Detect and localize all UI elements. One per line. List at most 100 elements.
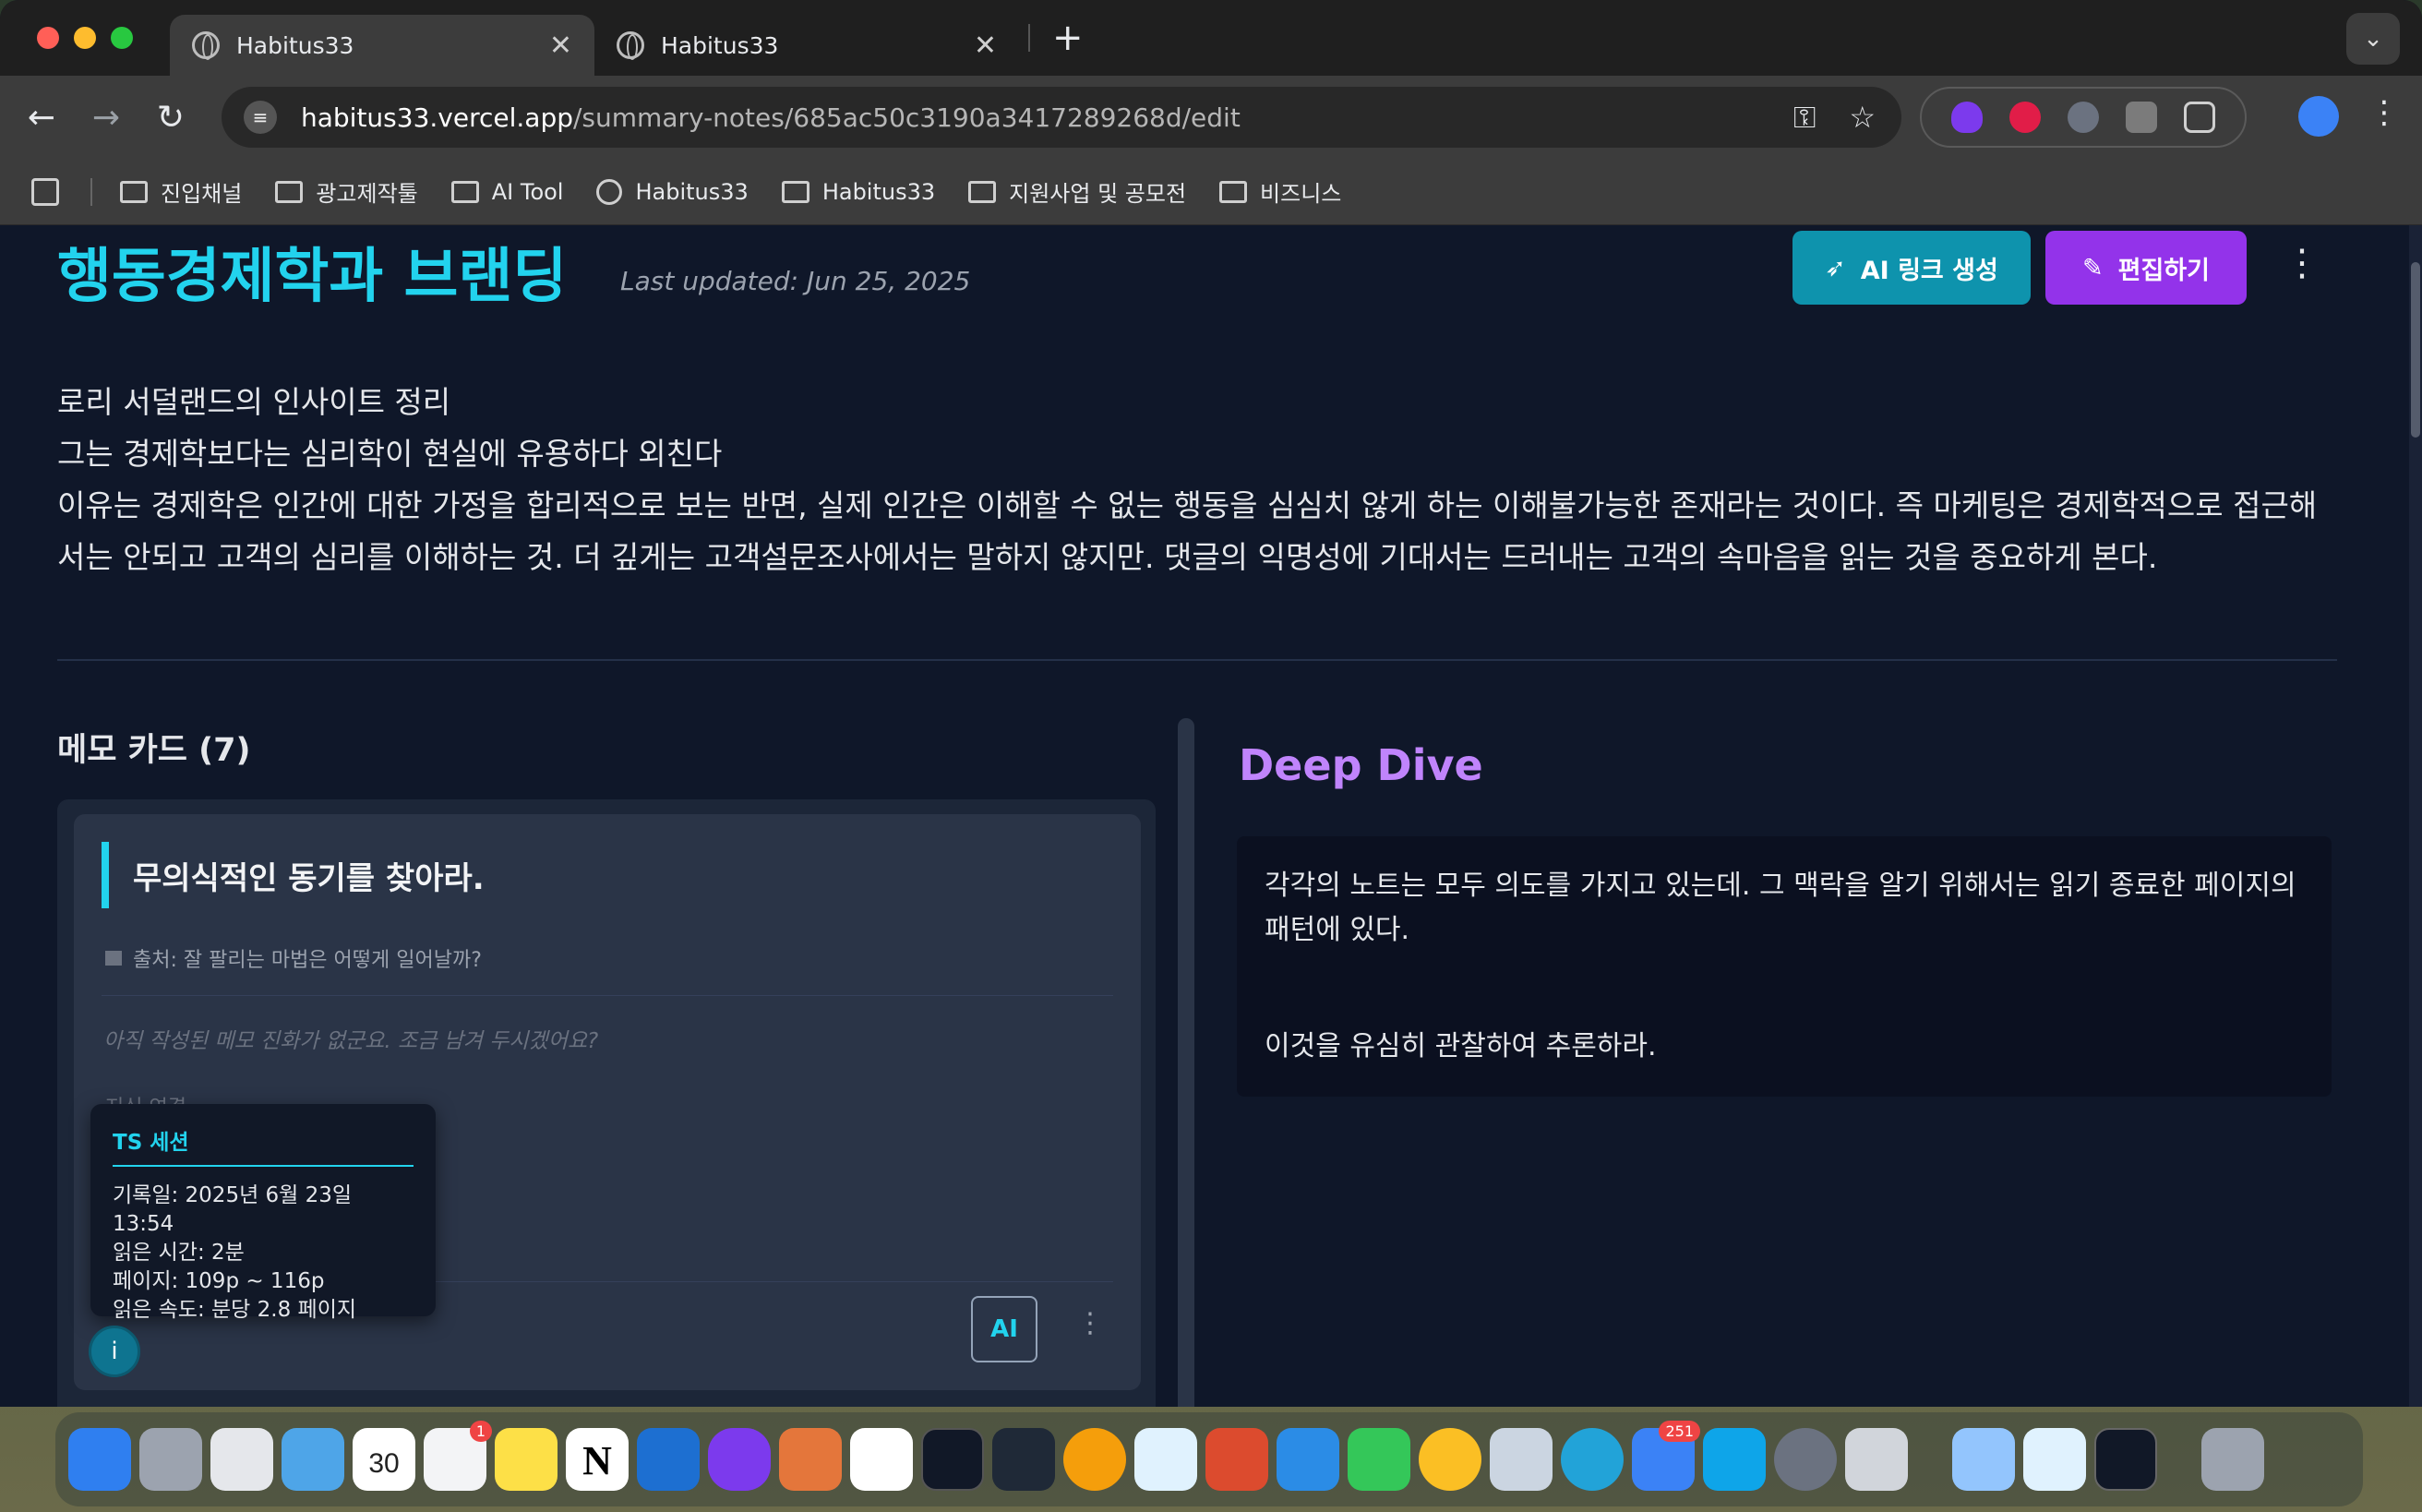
ai-button[interactable]: AI: [971, 1296, 1037, 1362]
bookmark-label: Habitus33: [635, 178, 749, 205]
minimize-window-button[interactable]: [74, 27, 96, 49]
profile-avatar[interactable]: [2298, 96, 2339, 137]
calendar-day: 30: [368, 1448, 400, 1479]
keychain-icon[interactable]: [2023, 1428, 2086, 1491]
scrollbar-thumb[interactable]: [2411, 262, 2420, 438]
puzzle-extensions-icon[interactable]: [2183, 102, 2215, 133]
info-icon[interactable]: i: [89, 1326, 140, 1377]
tooltip-line: 페이지: 109p ~ 116p: [113, 1269, 325, 1293]
browser-menu-icon[interactable]: ⋮: [2368, 94, 2400, 131]
trash-icon[interactable]: [2201, 1428, 2264, 1491]
launchpad-icon[interactable]: [139, 1428, 202, 1491]
keynote-icon[interactable]: [1277, 1428, 1339, 1491]
address-bar[interactable]: ≡ habitus33.vercel.app/summary-notes/685…: [222, 87, 1901, 148]
music-extension-icon[interactable]: [2067, 102, 2099, 133]
tab-search-chevron-icon[interactable]: ⌄: [2346, 13, 2400, 65]
memo-empty-text: 아직 작성된 메모 진화가 없군요. 조금 남겨 두시겠어요?: [103, 1029, 599, 1053]
close-window-button[interactable]: [37, 27, 59, 49]
bookmarks-bar: 진입채널 광고제작툴 AI Tool Habitus33 Habitus33 지…: [0, 159, 2422, 225]
summary-line: 그는 경제학보다는 심리학이 현실에 유용하다 외친다: [57, 436, 723, 472]
system-settings-icon[interactable]: [1774, 1428, 1837, 1491]
folder-icon: [781, 180, 809, 203]
freeform-icon[interactable]: [1134, 1428, 1197, 1491]
globe-icon: [192, 31, 220, 60]
chip-extension-icon[interactable]: [2125, 102, 2157, 133]
password-key-icon[interactable]: ⚿: [1793, 100, 1816, 136]
deep-dive-content: 각각의 노트는 모두 의도를 가지고 있는데. 그 맥락을 알기 위해서는 읽기…: [1237, 836, 2332, 1097]
tab-habitus33-active[interactable]: Habitus33 ✕: [170, 15, 594, 76]
back-arrow-icon[interactable]: ←: [9, 99, 74, 137]
extensions-group: [1920, 87, 2247, 148]
chatgpt-icon[interactable]: [850, 1428, 913, 1491]
reminders-badge: 1: [469, 1421, 492, 1442]
messages-icon[interactable]: [1348, 1428, 1410, 1491]
section-divider: [57, 659, 2337, 661]
bookmark-folder[interactable]: 비즈니스: [1219, 175, 1341, 208]
deep-dive-paragraph: 각각의 노트는 모두 의도를 가지고 있는데. 그 맥락을 알기 위해서는 읽기…: [1265, 870, 2296, 946]
bookmark-folder[interactable]: 진입채널: [120, 175, 242, 208]
edit-button-label: 편집하기: [2117, 256, 2210, 285]
activity-monitor-icon[interactable]: [921, 1428, 984, 1491]
tab-habitus33[interactable]: Habitus33 ✕: [594, 15, 1019, 76]
ai-link-generate-button[interactable]: ➶ AI 링크 생성: [1793, 231, 2031, 305]
terminal-icon[interactable]: [2094, 1428, 2157, 1491]
notion-icon[interactable]: N: [566, 1428, 629, 1491]
maximize-window-button[interactable]: [111, 27, 133, 49]
apps-grid-icon[interactable]: [31, 177, 59, 206]
notion-n: N: [582, 1438, 612, 1483]
tab-close-icon[interactable]: ✕: [549, 30, 572, 62]
folder-icon: [968, 180, 997, 203]
bookmark-folder[interactable]: Habitus33: [781, 178, 936, 205]
finder-icon[interactable]: [68, 1428, 131, 1491]
mail-icon[interactable]: 251: [1632, 1421, 1700, 1491]
bookmark-label: 지원사업 및 공모전: [1009, 181, 1187, 207]
memo-cards-heading: 메모 카드 (7): [57, 732, 251, 769]
trello-icon[interactable]: [637, 1428, 700, 1491]
reminders-icon[interactable]: 1: [424, 1421, 492, 1491]
globe-icon: [617, 31, 644, 60]
powerpoint-icon[interactable]: [1205, 1428, 1268, 1491]
more-options-icon[interactable]: ⋮: [2284, 242, 2320, 284]
notes-icon[interactable]: [495, 1428, 558, 1491]
reload-icon[interactable]: ↻: [138, 99, 203, 137]
photos-icon[interactable]: [1419, 1428, 1481, 1491]
iphone-mirroring-icon[interactable]: [1845, 1428, 1908, 1491]
ai-link-button-label: AI 링크 생성: [1860, 256, 1998, 285]
claude-icon[interactable]: [779, 1428, 842, 1491]
obsidian-extension-icon[interactable]: [1951, 102, 1984, 133]
cube-app-icon[interactable]: [992, 1428, 1055, 1491]
bookmark-label: Habitus33: [821, 178, 936, 205]
rocket-icon: ➶: [1825, 253, 1846, 282]
mission-control-icon[interactable]: [210, 1428, 273, 1491]
forward-arrow-icon[interactable]: →: [74, 99, 138, 137]
chrome-icon[interactable]: [1063, 1428, 1126, 1491]
card-more-icon[interactable]: ⋮: [1076, 1307, 1104, 1339]
tab-close-icon[interactable]: ✕: [974, 30, 997, 62]
site-settings-icon[interactable]: ≡: [244, 101, 277, 134]
preview-icon[interactable]: [1490, 1428, 1553, 1491]
tooltip-line: 읽은 시간: 2분: [113, 1241, 245, 1265]
bookmark-folder[interactable]: 지원사업 및 공모전: [968, 175, 1186, 208]
obsidian-icon[interactable]: [708, 1428, 771, 1491]
page-scrollbar[interactable]: [2409, 225, 2422, 1407]
bookmark-folder[interactable]: 광고제작툴: [275, 175, 418, 208]
bookmark-link[interactable]: Habitus33: [596, 178, 749, 205]
column-resize-handle[interactable]: [1178, 718, 1194, 1407]
edit-button[interactable]: ✎ 편집하기: [2045, 231, 2247, 305]
maps-icon[interactable]: [282, 1428, 344, 1491]
youtube-extension-icon[interactable]: [2009, 102, 2042, 133]
summary-line: 로리 서덜랜드의 인사이트 정리: [57, 384, 451, 420]
new-tab-button[interactable]: +: [1052, 17, 1084, 59]
file-folder-icon[interactable]: [1952, 1428, 2015, 1491]
folder-icon: [275, 180, 304, 203]
page-title: 행동경제학과 브랜딩: [57, 243, 568, 311]
browser-toolbar: ← → ↻ ≡ habitus33.vercel.app/summary-not…: [0, 76, 2422, 159]
bookmark-label: 진입채널: [161, 181, 243, 207]
edge-icon[interactable]: [1561, 1428, 1624, 1491]
bookmark-star-icon[interactable]: ☆: [1849, 100, 1876, 136]
calendar-icon[interactable]: 30: [353, 1428, 415, 1491]
bookmark-folder[interactable]: AI Tool: [450, 179, 563, 205]
tab-bar: Habitus33 ✕ Habitus33 ✕ + ⌄: [0, 0, 2422, 76]
memo-card-source: 출처: 잘 팔리는 마법은 어떻게 일어날까?: [105, 943, 482, 973]
app-store-icon[interactable]: [1703, 1428, 1766, 1491]
